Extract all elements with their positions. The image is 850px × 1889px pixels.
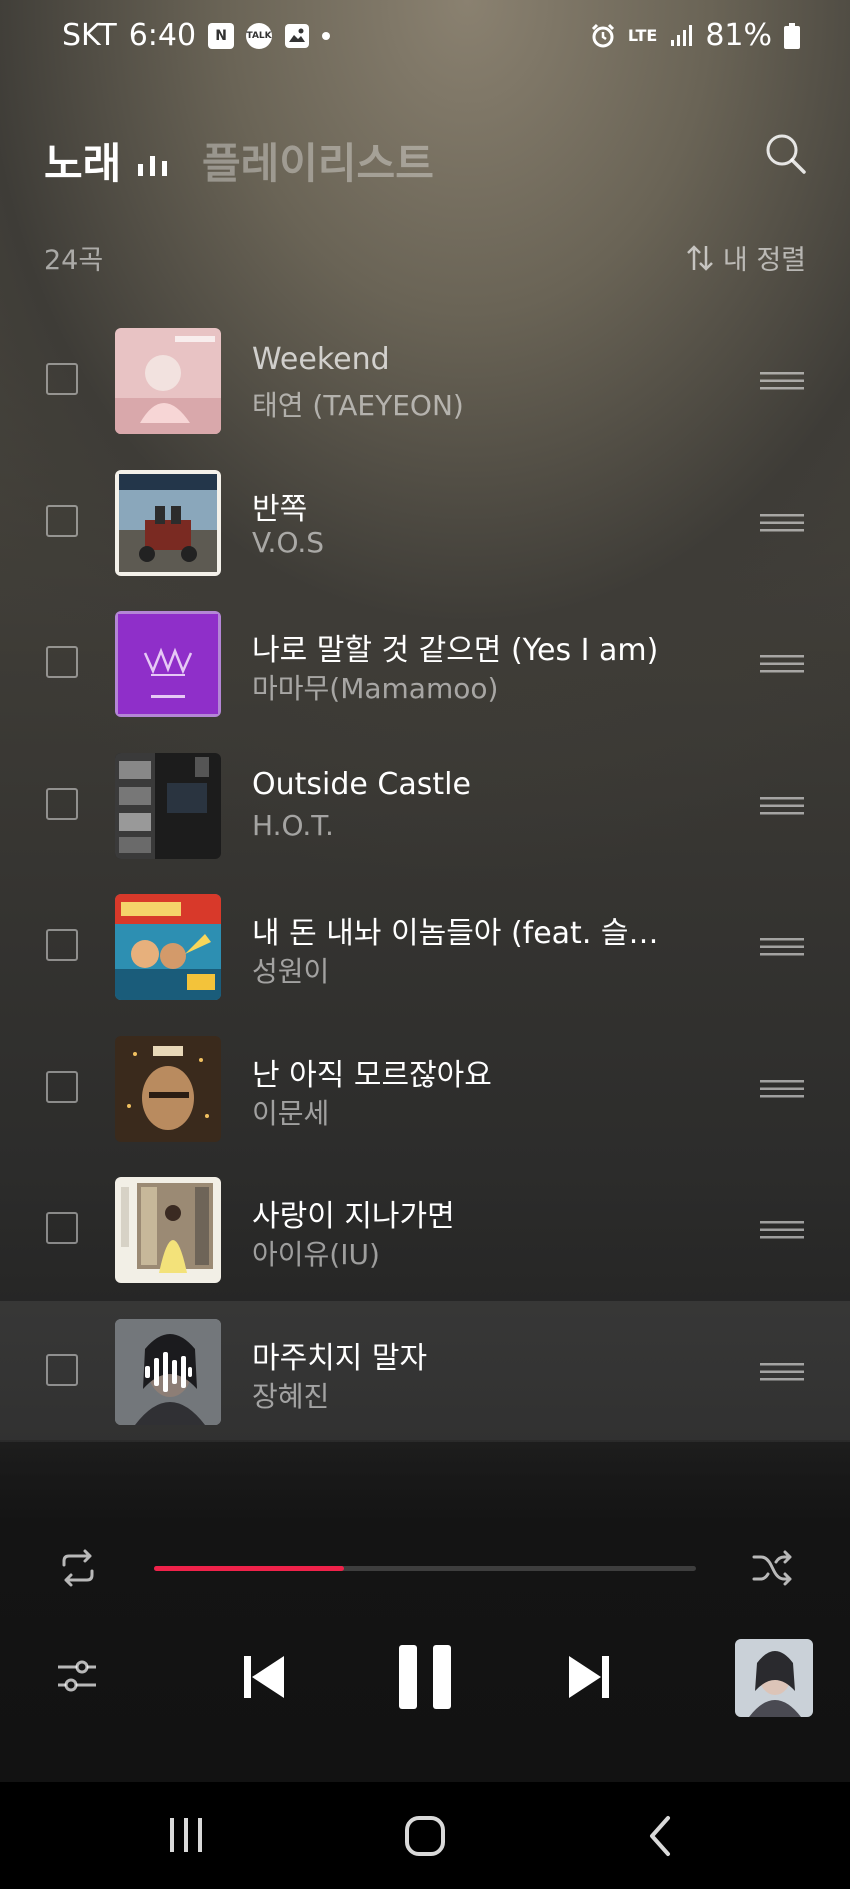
song-title: 반쪽 [252,491,308,527]
song-artist: 이문세 [252,1096,330,1130]
tab-songs[interactable]: 노래 [44,130,121,191]
progress-bar[interactable] [154,1566,696,1571]
song-count: 24곡 [44,245,104,276]
song-title: Outside Castle [252,766,471,802]
song-row[interactable]: 반쪽 V.O.S [0,452,850,594]
back-icon[interactable] [648,1815,672,1857]
song-title: Weekend [252,342,390,377]
song-artist: V.O.S [252,525,325,559]
drag-handle-icon[interactable] [760,937,804,957]
carrier: SKT [62,18,117,53]
song-artist: 아이유(IU) [252,1238,380,1271]
song-row[interactable]: Weekend 태연 (TAEYEON) [0,310,850,452]
song-artist: 성원이 [252,955,330,988]
song-artist: 장혜진 [252,1379,330,1413]
select-checkbox[interactable] [46,1353,78,1386]
recent-apps-icon[interactable] [168,1816,204,1854]
select-checkbox[interactable] [46,1212,78,1244]
album-art [115,469,221,576]
shuffle-icon[interactable] [751,1547,793,1589]
gallery-notification-icon [285,23,310,48]
battery-icon [784,22,800,49]
sort-icon [687,244,713,271]
album-art [115,1318,221,1425]
equalizer-settings-icon[interactable] [56,1655,98,1697]
song-title: 마주치지 말자 [252,1340,428,1376]
drag-handle-icon[interactable] [760,1079,804,1099]
drag-handle-icon[interactable] [760,513,804,533]
list-toolbar: 24곡 내 정렬 [44,238,806,278]
drag-handle-icon[interactable] [760,796,804,816]
status-bar: SKT 6:40 N TALK LTE 81% [0,0,850,72]
system-nav-bar [0,1782,850,1889]
drag-handle-icon[interactable] [760,654,804,674]
now-playing-album-art[interactable] [735,1639,813,1717]
repeat-icon[interactable] [57,1547,99,1589]
prev-icon[interactable] [240,1652,288,1702]
signal-icon [671,24,693,46]
album-art [115,611,221,717]
song-title: 나로 말할 것 같으면 (Yes I am) [252,633,659,668]
select-checkbox[interactable] [46,363,78,395]
song-artist: H.O.T. [252,808,334,842]
song-title: 사랑이 지나가면 [252,1199,455,1234]
song-title: 내 돈 내놔 이놈들아 (feat. 슬… [252,916,659,951]
next-icon[interactable] [565,1652,613,1702]
album-art [115,894,221,1000]
now-playing-icon [145,1351,192,1392]
more-notifications-dot [322,31,331,40]
song-row[interactable]: 내 돈 내놔 이놈들아 (feat. 슬… 성원이 [0,876,850,1018]
select-checkbox[interactable] [46,504,78,537]
network-type: LTE [627,26,658,45]
select-checkbox[interactable] [46,787,78,820]
sort-button[interactable]: 내 정렬 [685,238,806,277]
song-row[interactable]: 나로 말할 것 같으면 (Yes I am) 마마무(Mamamoo) [0,593,850,735]
song-row[interactable]: Outside Castle H.O.T. [0,735,850,877]
song-row[interactable]: 사랑이 지나가면 아이유(IU) [0,1159,850,1301]
song-artist: 태연 (TAEYEON) [252,389,464,422]
battery-level: 81% [705,18,772,53]
song-title: 난 아직 모르잖아요 [252,1057,492,1093]
song-row-now-playing[interactable]: 마주치지 말자 장혜진 [0,1300,850,1442]
song-list: Weekend 태연 (TAEYEON) 반쪽 V.O.S 나로 말할 것 같으… [0,310,850,1442]
album-art [115,1177,221,1283]
select-checkbox[interactable] [46,646,78,678]
progress-fill [154,1566,344,1571]
album-art [115,752,221,859]
drag-handle-icon[interactable] [760,1220,804,1240]
pause-icon[interactable] [397,1645,453,1709]
select-checkbox[interactable] [46,1070,78,1103]
eq-bars-icon [138,156,167,176]
kakaotalk-notification-icon: TALK [246,22,273,49]
search-icon[interactable] [764,132,806,174]
album-art [115,1035,221,1142]
song-artist: 마마무(Mamamoo) [252,672,499,705]
home-icon[interactable] [404,1815,446,1857]
drag-handle-icon[interactable] [760,1362,804,1382]
album-art [115,328,221,434]
tab-playlist[interactable]: 플레이리스트 [202,130,434,191]
sort-label: 내 정렬 [722,245,806,276]
library-header: 노래 플레이리스트 [44,130,806,188]
song-row[interactable]: 난 아직 모르잖아요 이문세 [0,1018,850,1160]
player-bar [0,1440,850,1782]
drag-handle-icon[interactable] [760,371,804,391]
clock: 6:40 [128,18,197,53]
alarm-icon [591,23,614,47]
select-checkbox[interactable] [46,929,78,961]
naver-notification-icon: N [208,22,235,49]
